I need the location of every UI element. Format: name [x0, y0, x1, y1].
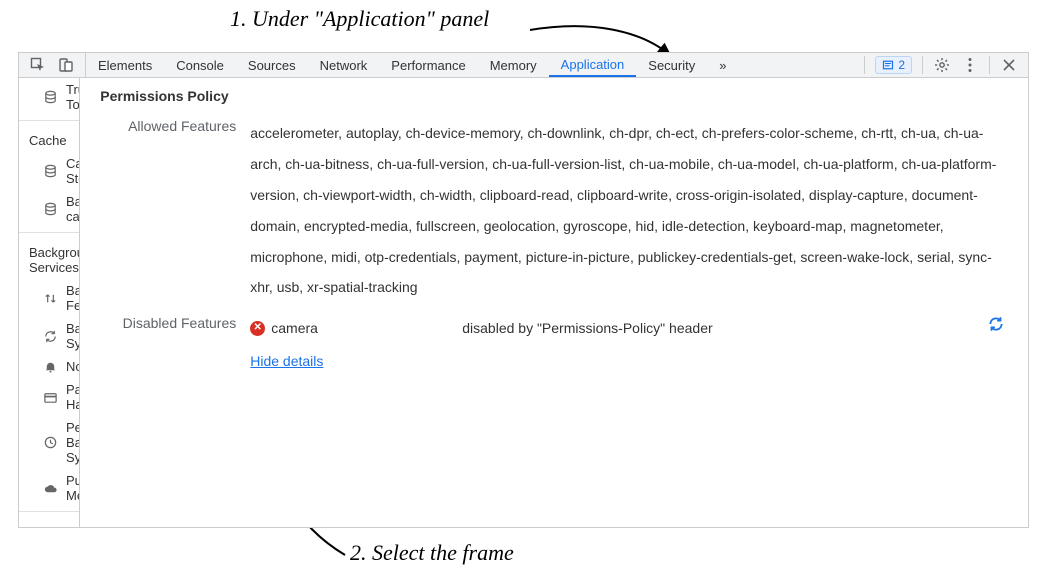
sidebar-item-label: Trust Tokens: [66, 82, 80, 112]
reload-button[interactable]: [984, 315, 1008, 333]
sidebar-item-label: Back/forward cache: [66, 194, 80, 224]
disabled-feature-reason: disabled by "Permissions-Policy" header: [462, 315, 972, 342]
toolbar-right: 2: [854, 53, 1028, 77]
tab-elements[interactable]: Elements: [86, 53, 164, 77]
divider: [19, 232, 79, 233]
sidebar-item-trust-tokens[interactable]: Trust Tokens: [19, 78, 79, 116]
application-sidebar: Trust Tokens Cache Cache Storage Back/forw…: [19, 78, 80, 527]
disabled-feature-name: camera: [271, 315, 318, 342]
tab-performance[interactable]: Performance: [379, 53, 477, 77]
sidebar-item-label: Periodic Background Sync: [66, 420, 80, 465]
tabs-overflow[interactable]: »: [707, 53, 738, 77]
tab-memory[interactable]: Memory: [478, 53, 549, 77]
sidebar-item-periodic-background-sync[interactable]: Periodic Background Sync: [19, 416, 79, 469]
divider: [864, 56, 865, 74]
device-toolbar-icon[interactable]: [57, 56, 75, 74]
sidebar-group-title: Background Services: [19, 237, 79, 279]
allowed-features-value: accelerometer, autoplay, ch-device-memor…: [250, 118, 1008, 303]
sidebar-item-label: Push Messaging: [66, 473, 80, 503]
sidebar-item-payment-handler[interactable]: Payment Handler: [19, 378, 79, 416]
tab-network[interactable]: Network: [308, 53, 380, 77]
sidebar-item-notifications[interactable]: Notifications: [19, 355, 79, 378]
sidebar-item-label: Notifications: [66, 359, 80, 374]
sidebar-item-cache-storage[interactable]: Cache Storage: [19, 152, 79, 190]
sidebar-item-label: Cache Storage: [66, 156, 80, 186]
issues-indicator[interactable]: 2: [875, 56, 912, 74]
devtools-window: ElementsConsoleSourcesNetworkPerformance…: [18, 52, 1029, 528]
sidebar-item-background-fetch[interactable]: Background Fetch: [19, 279, 79, 317]
cloud-icon: [43, 481, 58, 496]
hide-details-link[interactable]: Hide details: [250, 348, 323, 375]
divider: [989, 56, 990, 74]
database-icon: [43, 90, 58, 105]
disabled-features-table: ✕ camera disabled by "Permissions-Policy" …: [250, 315, 1008, 374]
sidebar-item-background-sync[interactable]: Background Sync: [19, 317, 79, 355]
clock-icon: [43, 435, 58, 450]
sidebar-item-label: Background Sync: [66, 321, 80, 351]
devtools-tabbar: ElementsConsoleSourcesNetworkPerformance…: [19, 53, 1028, 78]
sidebar-item-back-forward-cache[interactable]: Back/forward cache: [19, 190, 79, 228]
toolbar-left: [19, 53, 86, 77]
tab-console[interactable]: Console: [164, 53, 236, 77]
sidebar-item-label: Payment Handler: [66, 382, 80, 412]
disabled-feature-row: ✕ camera disabled by "Permissions-Policy" …: [250, 315, 1008, 342]
sidebar-item-push-messaging[interactable]: Push Messaging: [19, 469, 79, 507]
sync-icon: [43, 329, 58, 344]
updown-icon: [43, 291, 58, 306]
allowed-features-label: Allowed Features: [100, 118, 250, 134]
tab-application[interactable]: Application: [549, 53, 637, 77]
sidebar-item-label: Background Fetch: [66, 283, 80, 313]
db-icon: [43, 164, 58, 179]
annotation-step-1: 1. Under "Application" panel: [230, 6, 489, 32]
tab-sources[interactable]: Sources: [236, 53, 308, 77]
sidebar-group-title: Cache: [19, 125, 79, 152]
close-icon[interactable]: [1000, 56, 1018, 74]
settings-icon[interactable]: [933, 56, 951, 74]
inspect-element-icon[interactable]: [29, 56, 47, 74]
divider: [19, 120, 79, 121]
annotation-step-2: 2. Select the frame: [350, 540, 514, 566]
section-title: Permissions Policy: [100, 88, 1008, 104]
card-icon: [43, 390, 58, 405]
sidebar-group-frames: Frames: [19, 516, 79, 527]
panel-tabs: ElementsConsoleSourcesNetworkPerformance…: [86, 53, 854, 77]
divider: [19, 511, 79, 512]
error-icon: ✕: [250, 321, 265, 336]
db-icon: [43, 202, 58, 217]
permissions-policy-panel: Permissions Policy Allowed Features acce…: [80, 78, 1028, 527]
more-menu-icon[interactable]: [961, 56, 979, 74]
bell-icon: [43, 359, 58, 374]
disabled-features-label: Disabled Features: [100, 315, 250, 331]
tab-security[interactable]: Security: [636, 53, 707, 77]
issue-icon: [882, 59, 894, 71]
issues-count: 2: [898, 58, 905, 72]
divider: [922, 56, 923, 74]
